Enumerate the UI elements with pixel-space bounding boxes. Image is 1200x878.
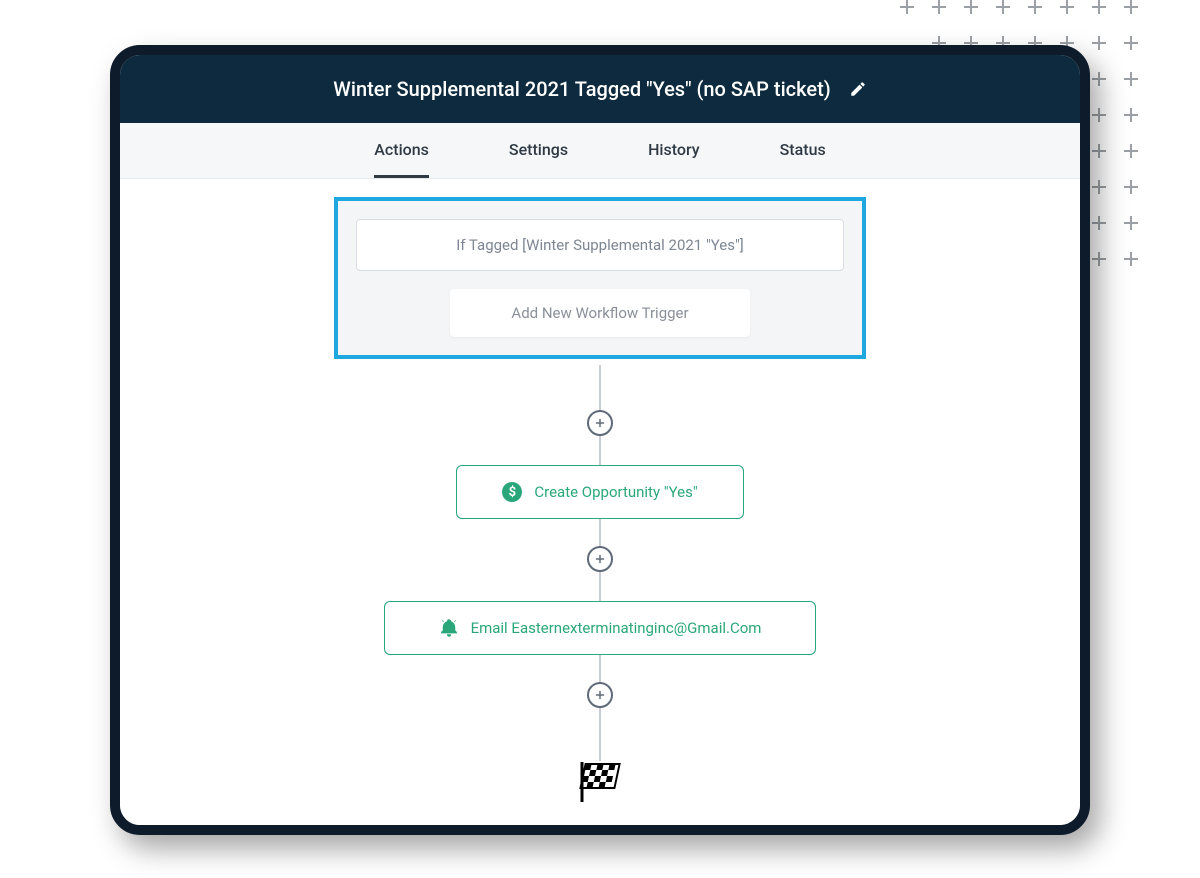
add-step-button-2[interactable] (587, 546, 613, 572)
trigger-condition-box[interactable]: If Tagged [Winter Supplemental 2021 "Yes… (356, 219, 844, 271)
trigger-container: If Tagged [Winter Supplemental 2021 "Yes… (334, 197, 866, 359)
create-opportunity-label: Create Opportunity "Yes" (534, 483, 697, 501)
tabs-bar: Actions Settings History Status (120, 123, 1080, 179)
app-frame: Winter Supplemental 2021 Tagged "Yes" (n… (110, 45, 1090, 835)
tab-history[interactable]: History (648, 123, 700, 178)
tab-label: Status (780, 140, 826, 159)
tab-actions[interactable]: Actions (374, 123, 429, 178)
email-node-label: Email Easternexterminatinginc@Gmail.Com (471, 619, 762, 637)
add-step-button-3[interactable] (587, 682, 613, 708)
header-bar: Winter Supplemental 2021 Tagged "Yes" (n… (120, 55, 1080, 123)
trigger-condition-label: If Tagged [Winter Supplemental 2021 "Yes… (456, 236, 744, 254)
add-trigger-button[interactable]: Add New Workflow Trigger (450, 289, 750, 337)
create-opportunity-node[interactable]: $ Create Opportunity "Yes" (456, 465, 744, 519)
add-trigger-label: Add New Workflow Trigger (511, 304, 688, 322)
tab-label: Settings (509, 140, 568, 159)
tab-status[interactable]: Status (780, 123, 826, 178)
dollar-icon: $ (502, 482, 522, 502)
edit-title-icon[interactable] (849, 80, 867, 98)
tab-label: History (648, 140, 700, 159)
email-node[interactable]: Email Easternexterminatinginc@Gmail.Com (384, 601, 816, 655)
tab-label: Actions (374, 140, 429, 159)
bell-icon (439, 618, 459, 638)
tab-settings[interactable]: Settings (509, 123, 568, 178)
finish-flag-icon (576, 761, 624, 803)
add-step-button-1[interactable] (587, 410, 613, 436)
workflow-title: Winter Supplemental 2021 Tagged "Yes" (n… (333, 77, 830, 101)
workflow-canvas[interactable]: If Tagged [Winter Supplemental 2021 "Yes… (120, 179, 1080, 825)
